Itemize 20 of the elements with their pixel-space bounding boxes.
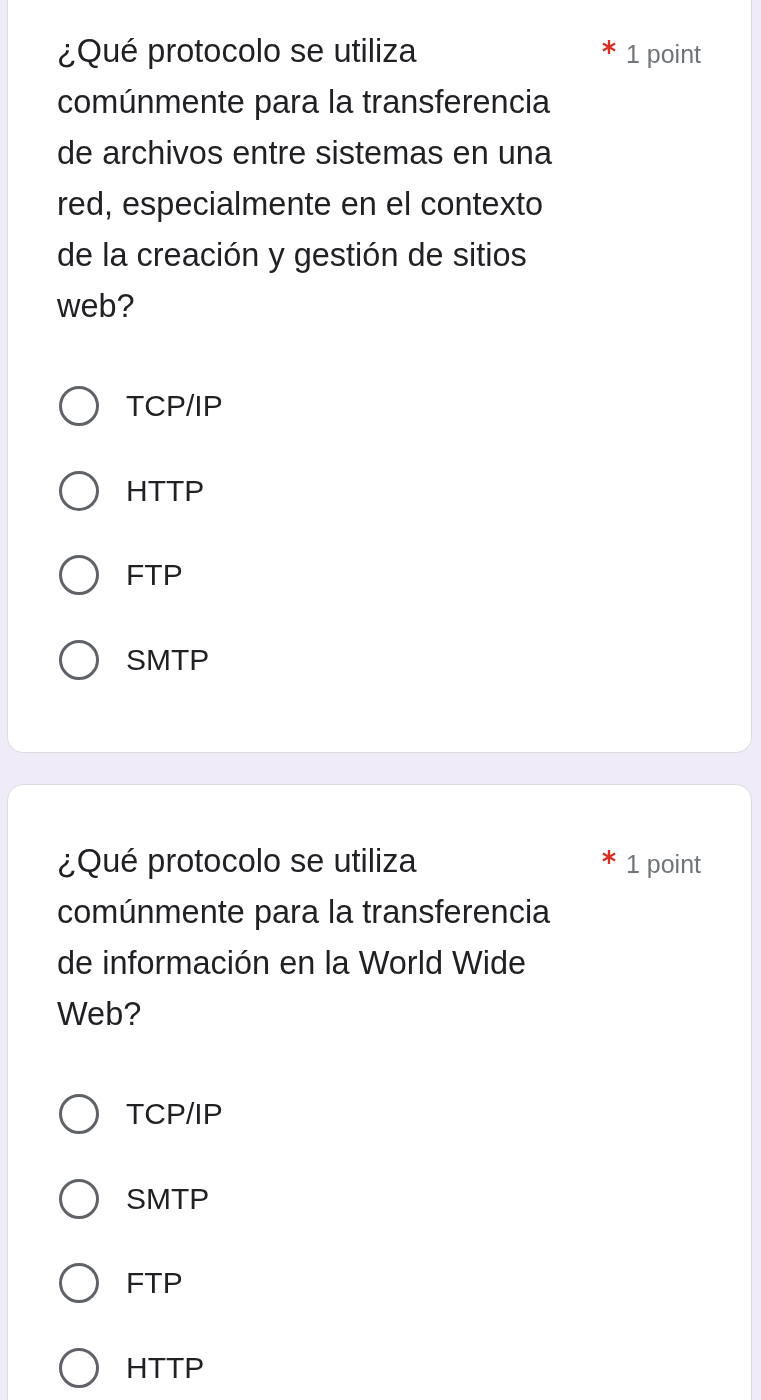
option-label[interactable]: HTTP: [126, 472, 205, 509]
radio-button[interactable]: [59, 1178, 99, 1219]
radio-button[interactable]: [59, 470, 99, 511]
option-label[interactable]: TCP/IP: [126, 1096, 223, 1133]
option-label[interactable]: FTP: [126, 557, 183, 594]
radio-button[interactable]: [59, 1263, 99, 1304]
question-title: ¿Qué protocolo se utiliza comúnmente para la transferencia de archivos entre sistemas en una red, especialmente en el contexto de la creación y gestión de sitios web?: [57, 32, 553, 326]
option-label[interactable]: FTP: [126, 1265, 183, 1302]
option-label[interactable]: HTTP: [126, 1349, 205, 1386]
points-label: 1 point: [625, 849, 701, 880]
question-title: ¿Qué protocolo se utiliza comúnmente para la transferencia de información en la World Wide Web?: [57, 842, 552, 1034]
option-label[interactable]: TCP/IP: [126, 388, 223, 425]
radio-button[interactable]: [59, 386, 99, 427]
option-label[interactable]: SMTP: [126, 1180, 210, 1217]
radio-button[interactable]: [59, 639, 99, 680]
points-label: 1 point: [625, 39, 701, 70]
radio-button[interactable]: [59, 555, 99, 596]
radio-button[interactable]: [59, 1347, 99, 1388]
radio-button[interactable]: [59, 1094, 99, 1135]
option-label[interactable]: SMTP: [126, 641, 210, 678]
